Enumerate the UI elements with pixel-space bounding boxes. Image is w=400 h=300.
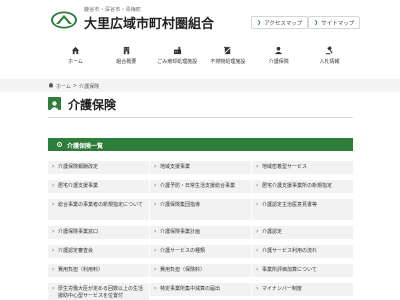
list-item[interactable]: 介護認定審査会 — [48, 245, 149, 258]
list-item[interactable]: 介護保険事業計画 — [150, 226, 251, 239]
chevron-right-icon: ❯ — [314, 19, 319, 26]
global-nav: ホーム 組合概要 ごみ焼却処理施設 不燃物処理施設 介護保険 入札情報 — [50, 44, 355, 66]
list-item[interactable]: 介護認定主治医意見書等 — [252, 199, 353, 220]
home-icon — [71, 46, 80, 55]
nav-item-label: ごみ焼却処理施設 — [157, 59, 198, 65]
list-item[interactable]: 総合事業の事業者の新規指定について — [48, 199, 149, 220]
person-icon — [48, 97, 61, 110]
list-item[interactable]: 介護保険事業窓口 — [48, 226, 149, 239]
site-header: 鹿谷市・深谷市・青梅町 大里広域市町村圏組合 ❯ アクセスマップ ❯ サイトマッ… — [0, 0, 400, 40]
building-icon — [122, 46, 131, 55]
sitemap-label: サイトマップ — [321, 20, 355, 27]
list-item[interactable]: 介護保険報酬改定 — [48, 161, 149, 174]
list-item[interactable]: 居宅介護支援事業所の新規指定 — [252, 180, 353, 193]
nav-item-label: 不燃物処理施設 — [210, 59, 246, 65]
nav-item-label: 介護保険 — [268, 59, 289, 65]
nav-item-label: 組合概要 — [116, 59, 137, 65]
list-item[interactable]: 介護保険集団指導 — [150, 199, 251, 220]
recycle-icon — [223, 46, 232, 55]
list-item[interactable]: 費用負担（利用料） — [48, 264, 149, 277]
list-item[interactable]: 地域支援事業 — [150, 161, 251, 174]
nav-item-bidding[interactable]: 入札情報 — [304, 44, 355, 66]
access-map-label: アクセスマップ — [264, 20, 303, 27]
home-icon — [48, 82, 54, 90]
nav-item-nonburnable[interactable]: 不燃物処理施設 — [202, 44, 253, 66]
logo-icon[interactable] — [50, 11, 78, 29]
list-item[interactable]: 介護認定 — [252, 226, 353, 239]
factory-icon — [173, 46, 182, 55]
breadcrumb-separator: > — [72, 83, 78, 89]
site-subtitle: 鹿谷市・深谷市・青梅町 — [84, 7, 142, 13]
nav-item-label: ホーム — [67, 59, 83, 65]
list-item[interactable]: 事業所評価加算について — [252, 264, 353, 277]
gavel-icon — [325, 46, 334, 55]
list-item[interactable]: 地域密着型サービス — [252, 161, 353, 174]
section-header: 介護保険一覧 — [48, 138, 353, 151]
page-title: 介護保険 — [68, 98, 117, 112]
breadcrumb-current: 介護保険 — [79, 83, 100, 90]
bullet-icon — [57, 142, 62, 147]
person-icon — [274, 46, 283, 55]
nav-item-label: 入札情報 — [319, 59, 340, 65]
list-item[interactable]: 厚生労働大臣が定める回数以上の生活援助中心型サービスを位置付 — [48, 283, 149, 300]
list-item[interactable]: 費用負担（保険料） — [150, 264, 251, 277]
list-item[interactable]: 居宅介護支援事業 — [48, 180, 149, 193]
site-title[interactable]: 大里広域市町村圏組合 — [84, 13, 214, 32]
list-item[interactable]: マイナンバー制度 — [252, 283, 353, 296]
list-item[interactable]: 介護サービスの種類 — [150, 245, 251, 258]
breadcrumb-home-link[interactable]: ホーム — [56, 83, 71, 90]
sitemap-button[interactable]: ❯ サイトマップ — [308, 16, 361, 29]
section-title: 介護保険一覧 — [67, 143, 104, 150]
list-item[interactable]: 介護サービス利用の流れ — [252, 245, 353, 258]
access-map-button[interactable]: ❯ アクセスマップ — [251, 16, 309, 29]
chevron-right-icon: ❯ — [257, 19, 262, 26]
nav-item-home[interactable]: ホーム — [50, 44, 101, 66]
title-divider — [48, 117, 353, 118]
breadcrumb: ホーム > 介護保険 — [48, 82, 99, 90]
list-item[interactable]: 特定事業所集中減算の届出 — [150, 283, 251, 296]
nav-item-overview[interactable]: 組合概要 — [101, 44, 152, 66]
nav-item-incineration[interactable]: ごみ焼却処理施設 — [152, 44, 203, 66]
nav-item-kaigo[interactable]: 介護保険 — [253, 44, 304, 66]
list-item[interactable]: 介護予防・日常生活支援総合事業 — [150, 180, 251, 193]
